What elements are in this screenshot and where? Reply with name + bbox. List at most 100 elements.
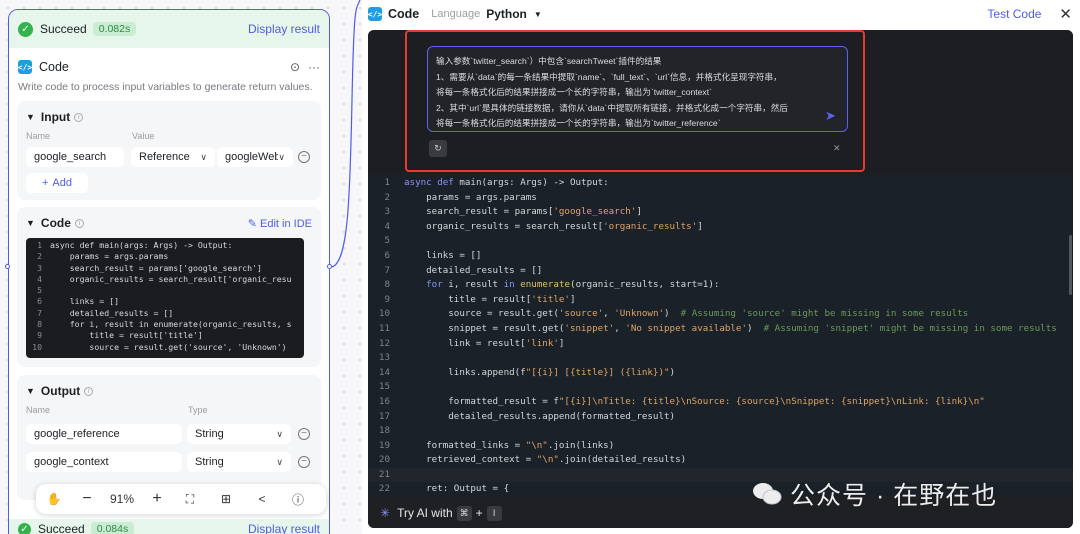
code-text: search_result = params['google_search'] bbox=[50, 262, 262, 273]
reference-select[interactable]: Reference ∨ bbox=[131, 147, 215, 167]
ai-prompt-line: 输入参数`twitter_search`）中包含`searchTweet`插件的… bbox=[436, 56, 662, 66]
code-text: for i, result in enumerate(organic_resul… bbox=[426, 279, 720, 291]
canvas-toolbar: ✋ − 91% + ⛶ ⊞ < ⓘ bbox=[36, 484, 326, 514]
name-label: Name bbox=[26, 405, 51, 415]
code-line: 18 bbox=[368, 424, 1073, 439]
display-result-link[interactable]: Display result bbox=[248, 522, 320, 534]
ai-prompt-line: 将每一条格式化后的结果拼接成一个长的字符串，输出为`twitter_refere… bbox=[436, 118, 721, 128]
line-number: 1 bbox=[384, 177, 390, 188]
zoom-out-icon[interactable]: − bbox=[72, 490, 102, 508]
code-editor-panel: </> Code Language Python ▼ Test Code ✕ 输… bbox=[362, 0, 1080, 534]
output-type-value: String bbox=[195, 456, 224, 468]
collapse-icon[interactable]: < bbox=[244, 492, 280, 506]
check-circle-icon: ✓ bbox=[18, 522, 31, 534]
code-line: 11 snippet = result.get('snippet', 'No s… bbox=[368, 322, 1073, 337]
code-text: source = result.get('source', 'Unknown') bbox=[50, 341, 287, 352]
language-select[interactable]: Python bbox=[486, 7, 527, 21]
close-icon[interactable]: ✕ bbox=[1059, 5, 1072, 23]
name-label: Name bbox=[26, 131, 51, 141]
line-number: 10 bbox=[378, 308, 390, 320]
code-text: detailed_results = [] bbox=[404, 264, 543, 276]
code-lines[interactable]: 1 async def main(args: Args) -> Output: 2 … bbox=[368, 176, 1073, 496]
code-line: 10 source = result.get('source', 'Unknow… bbox=[368, 307, 1073, 322]
close-icon[interactable]: ✕ bbox=[833, 143, 841, 154]
code-section: ▼ Code i ✎ Edit in IDE 1 async def main(a… bbox=[17, 207, 321, 367]
chevron-down-icon[interactable]: ▼ bbox=[26, 386, 35, 396]
code-text: detailed_results = [] bbox=[50, 307, 174, 318]
code-node[interactable]: ✓ Succeed 0.082s Display result </> Code… bbox=[8, 9, 330, 534]
help-icon[interactable]: ⓘ bbox=[280, 491, 316, 508]
more-icon[interactable]: ··· bbox=[308, 60, 320, 74]
code-preview-line: 10 source = result.get('source', 'Unknow… bbox=[26, 342, 304, 353]
output-name-field[interactable]: google_reference bbox=[26, 424, 182, 444]
next-node-status-bar: ✓ Succeed 0.084s Display result bbox=[8, 519, 330, 534]
chevron-down-icon[interactable]: ▼ bbox=[26, 218, 35, 228]
line-number: 11 bbox=[378, 322, 390, 334]
reference-value-select[interactable]: googleWebS ∨ bbox=[217, 147, 293, 167]
edit-in-ide-button[interactable]: ✎ Edit in IDE bbox=[248, 217, 312, 230]
i-key: I bbox=[486, 505, 502, 521]
caret-down-icon[interactable]: ▼ bbox=[534, 10, 542, 19]
input-name-field[interactable]: google_search bbox=[26, 147, 124, 167]
code-line: 6 links = [] bbox=[368, 249, 1073, 264]
code-line: 12 link = result['link'] bbox=[368, 337, 1073, 352]
code-line: 14 links.append(f"[{i}] [{title}] ({link… bbox=[368, 366, 1073, 381]
panel-title: Code bbox=[388, 7, 420, 21]
line-number: 7 bbox=[384, 264, 390, 276]
code-icon: </> bbox=[18, 60, 32, 74]
ai-prompt-line: 将每一条格式化后的结果拼接成一个长的字符串，输出为`twitter_contex… bbox=[436, 87, 712, 97]
code-text: organic_results = search_result['organic… bbox=[404, 220, 703, 232]
workflow-canvas[interactable]: ✓ Succeed 0.082s Display result </> Code… bbox=[0, 0, 362, 534]
plus-icon: + bbox=[41, 177, 49, 189]
line-number: 21 bbox=[378, 468, 390, 480]
node-description: Write code to process input variables to… bbox=[18, 81, 313, 93]
output-type-select[interactable]: String ∨ bbox=[187, 424, 291, 444]
retry-icon[interactable]: ↻ bbox=[429, 140, 447, 157]
status-label: Succeed bbox=[40, 22, 87, 36]
info-icon: i bbox=[84, 386, 94, 396]
remove-output-icon[interactable]: − bbox=[298, 428, 310, 440]
add-input-button[interactable]: + Add bbox=[26, 173, 88, 193]
code-preview-line: 7 detailed_results = [] bbox=[26, 308, 304, 319]
output-name-field[interactable]: google_context bbox=[26, 452, 182, 472]
code-text: async def main(args: Args) -> Output: bbox=[404, 177, 609, 188]
ai-prompt-input[interactable]: 输入参数`twitter_search`）中包含`searchTweet`插件的… bbox=[427, 46, 848, 132]
line-number: 4 bbox=[384, 220, 390, 232]
layout-icon[interactable]: ⊞ bbox=[208, 492, 244, 506]
chevron-down-icon[interactable]: ▼ bbox=[26, 112, 35, 122]
reference-select-value: Reference bbox=[139, 151, 190, 163]
scrollbar[interactable] bbox=[1069, 235, 1072, 295]
line-number: 20 bbox=[378, 454, 390, 466]
code-text: links = [] bbox=[404, 249, 482, 261]
remove-output-icon[interactable]: − bbox=[298, 456, 310, 468]
check-circle-icon: ✓ bbox=[18, 21, 33, 37]
test-code-button[interactable]: Test Code bbox=[987, 7, 1041, 21]
watermark: 公众号 · 在野在也 bbox=[752, 476, 997, 512]
edit-in-ide-label: Edit in IDE bbox=[260, 217, 312, 230]
line-number: 3 bbox=[37, 262, 42, 273]
line-number: 2 bbox=[37, 251, 42, 262]
fit-view-icon[interactable]: ⛶ bbox=[172, 492, 208, 507]
output-type-value: String bbox=[195, 428, 224, 440]
code-text: source = result.get('source', 'Unknown')… bbox=[404, 308, 969, 320]
line-number: 6 bbox=[37, 296, 42, 307]
line-number: 7 bbox=[37, 307, 42, 318]
output-type-select[interactable]: String ∨ bbox=[187, 452, 291, 472]
code-line: 7 detailed_results = [] bbox=[368, 264, 1073, 279]
remove-input-icon[interactable]: − bbox=[298, 151, 310, 163]
input-handle[interactable] bbox=[5, 264, 10, 269]
code-preview[interactable]: 1 async def main(args: Args) -> Output: 2 … bbox=[26, 238, 304, 358]
zoom-in-icon[interactable]: + bbox=[142, 490, 172, 508]
hand-tool-icon[interactable]: ✋ bbox=[36, 492, 72, 506]
panel-header: </> Code Language Python ▼ Test Code ✕ bbox=[362, 0, 1080, 28]
line-number: 12 bbox=[378, 337, 390, 349]
display-result-link[interactable]: Display result bbox=[248, 22, 320, 36]
play-icon[interactable]: ⊙ bbox=[290, 60, 300, 74]
code-preview-line: 3 search_result = params['google_search'… bbox=[26, 263, 304, 274]
line-number: 6 bbox=[384, 249, 390, 261]
code-line: 5 bbox=[368, 234, 1073, 249]
code-editor[interactable]: 输入参数`twitter_search`）中包含`searchTweet`插件的… bbox=[368, 30, 1073, 528]
code-preview-line: 9 title = result['title'] bbox=[26, 330, 304, 341]
code-text: params = args.params bbox=[50, 251, 169, 262]
code-text: title = result['title'] bbox=[404, 293, 576, 305]
